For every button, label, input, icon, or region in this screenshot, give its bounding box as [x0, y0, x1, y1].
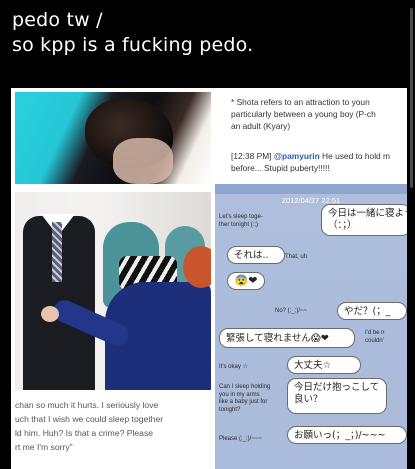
photo-face-shape [113, 138, 173, 184]
chat-translation-3: No? (;_;)/~~ [275, 308, 308, 314]
tweet-time: [12:38 PM] [231, 151, 272, 161]
chat-translation-6-line-3: like a baby just for [219, 399, 268, 405]
chat-bubble-8: お願いっ(；_；)/~~~ [287, 426, 407, 444]
chat-bubble-5: 緊張して寝れません😱❤ [219, 328, 355, 348]
chat-translation-1: Let's sleep toge- ther tonight (:;) [219, 214, 263, 229]
chat-translation-4-line-2: couldn' [365, 337, 384, 344]
chat-translation-6-line-2: you in my arms [219, 391, 260, 398]
chat-bubble-2: それは.. [227, 246, 285, 264]
chat-header [215, 184, 407, 194]
chat-translation-4-line-1: I'd be n [365, 330, 385, 336]
tweet-handle: @pamyurin [273, 151, 320, 161]
photo-hair [183, 246, 211, 288]
chat-screenshot: 2012/04/27 22:51 今日は一緒に寝よう （：；） Let's sl… [215, 184, 407, 469]
photo-main [15, 192, 211, 390]
chat-bubble-3: 😨❤ [227, 272, 265, 290]
caption-line-1: pedo tw / [12, 9, 103, 31]
attached-image[interactable]: * Shota refers to an attraction to youn … [11, 88, 407, 469]
photo-tie [52, 222, 62, 282]
chat-bubble-1: 今日は一緒に寝よう （：；） [321, 204, 407, 236]
caption-line-2: so kpp is a fucking pedo. [12, 34, 254, 56]
chat-translation-5: It's okay ☆ [219, 364, 248, 370]
tweet-text-line-2: before... Stupid puberty!!!!! [231, 163, 330, 173]
quote-line-1: chan so much it hurts. I seriously love [15, 400, 159, 410]
chat-translation-6-line-4: tonight? [219, 406, 241, 413]
chat-bubble-1-line-1: 今日は一緒に寝よう [328, 208, 407, 219]
chat-bubble-4: やだ？(；_ [337, 302, 407, 320]
chat-translation-6-line-1: Can I sleep holding [219, 384, 271, 390]
quote-line-4: rt me I'm sorry" [15, 442, 73, 452]
post-caption: pedo tw / so kpp is a fucking pedo. [12, 8, 402, 58]
photo-closeup [15, 92, 211, 184]
tweet-line: [12:38 PM] @pamyurin He used to hold m [231, 150, 390, 162]
chat-translation-7: Please (;_;)/~~~ [219, 436, 262, 442]
tweet-note-line-1: * Shota refers to an attraction to youn [231, 97, 370, 107]
chat-bubble-6: 大丈夫☆ [287, 356, 361, 374]
chat-translation-1-line-2: ther tonight (:;) [219, 221, 259, 228]
scrollbar-thumb[interactable] [410, 8, 413, 188]
tweet-text-line-1: He used to hold m [319, 151, 391, 161]
chat-translation-6: Can I sleep holding you in my arms like … [219, 384, 270, 414]
chat-translation-1-line-1: Let's sleep toge- [219, 214, 263, 220]
chat-translation-4: I'd be n couldn' [365, 330, 385, 345]
chat-translation-2: That, uh [285, 254, 308, 260]
quote-text: chan so much it hurts. I seriously love … [15, 398, 211, 454]
tweet-note-line-3: an adult (Kyary) [231, 121, 291, 131]
chat-bubble-7-line-2: 良い？ [294, 394, 323, 405]
tweet-excerpt: * Shota refers to an attraction to youn … [221, 90, 407, 182]
quote-line-3: ld him. Huh? Is that a crime? Please [15, 428, 154, 438]
photo-hand [41, 306, 59, 322]
chat-bubble-7-line-1: 今日だけ抱っこして [294, 382, 380, 393]
tweet-note-line-2: particularly between a young boy (P-ch [231, 109, 376, 119]
chat-bubble-1-line-2: （：；） [328, 220, 357, 231]
quote-line-2: uch that I wish we could sleep together [15, 414, 164, 424]
chat-bubble-7: 今日だけ抱っこして 良い？ [287, 378, 387, 414]
